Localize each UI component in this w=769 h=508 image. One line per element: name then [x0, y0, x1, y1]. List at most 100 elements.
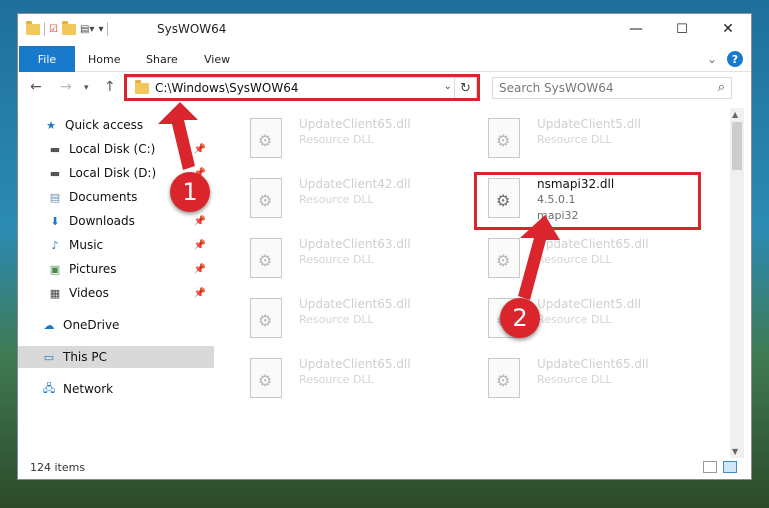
- download-icon: ⬇: [50, 214, 60, 228]
- pin-icon: 📌: [193, 263, 206, 275]
- network-icon: 🖧: [42, 381, 56, 395]
- pin-icon: 📌: [193, 287, 206, 299]
- expand-ribbon-icon[interactable]: ⌄: [707, 52, 717, 66]
- window-title: SysWOW64: [157, 22, 227, 36]
- nav-item-label: Videos: [69, 286, 109, 300]
- pin-icon: 📌: [193, 239, 206, 251]
- back-arrow-icon[interactable]: ←: [30, 79, 42, 95]
- tab-file[interactable]: File: [19, 46, 75, 72]
- pin-icon: 📌: [193, 215, 206, 227]
- file-item[interactable]: UpdateClient65.dll Resource DLL: [474, 354, 704, 404]
- file-item[interactable]: UpdateClient42.dll Resource DLL: [236, 174, 466, 224]
- dll-file-icon: [488, 118, 520, 158]
- file-name: UpdateClient63.dll: [299, 237, 411, 251]
- tab-view[interactable]: View: [204, 46, 230, 72]
- file-description: Resource DLL: [299, 373, 374, 386]
- nav-item-label: OneDrive: [63, 318, 120, 332]
- nav-item-label: Pictures: [69, 262, 117, 276]
- nav-item-label: This PC: [63, 350, 107, 364]
- file-name: UpdateClient5.dll: [537, 117, 641, 131]
- file-name: UpdateClient5.dll: [537, 297, 641, 311]
- file-description: Resource DLL: [537, 373, 612, 386]
- file-name: UpdateClient42.dll: [299, 177, 411, 191]
- close-button[interactable]: ✕: [705, 14, 751, 44]
- large-icons-view-icon[interactable]: [723, 461, 737, 473]
- folder-icon: [26, 20, 40, 35]
- file-item[interactable]: UpdateClient65.dll Resource DLL: [236, 354, 466, 404]
- nav-item-downloads[interactable]: ⬇ Downloads 📌: [18, 210, 214, 232]
- nav-item-label: Downloads: [69, 214, 135, 228]
- forward-arrow-icon[interactable]: →: [60, 79, 72, 95]
- status-bar: 124 items: [18, 457, 751, 479]
- file-description: Resource DLL: [299, 193, 374, 206]
- nav-item-music[interactable]: ♪ Music 📌: [18, 234, 214, 256]
- computer-icon: ▭: [43, 350, 55, 364]
- nav-item-label: Music: [69, 238, 104, 252]
- qat-dropdown-icon[interactable]: ▾: [98, 24, 103, 35]
- file-name: UpdateClient65.dll: [299, 117, 411, 131]
- help-icon[interactable]: ?: [727, 51, 743, 67]
- star-icon: ★: [46, 118, 56, 132]
- scroll-up-icon[interactable]: ▲: [732, 110, 738, 119]
- nav-item-this-pc[interactable]: ▭ This PC: [18, 346, 214, 368]
- nav-item-onedrive[interactable]: ☁ OneDrive: [18, 314, 214, 336]
- dll-file-icon: [488, 358, 520, 398]
- search-input[interactable]: Search SysWOW64: [499, 81, 613, 95]
- file-name: UpdateClient65.dll: [537, 237, 649, 251]
- file-item[interactable]: UpdateClient63.dll Resource DLL: [236, 234, 466, 284]
- file-name: UpdateClient65.dll: [537, 357, 649, 371]
- customize-icon[interactable]: ▤▾: [80, 24, 94, 35]
- up-arrow-icon[interactable]: ↑: [104, 79, 116, 95]
- cloud-icon: ☁: [43, 318, 55, 332]
- step2-badge: 2: [500, 298, 540, 338]
- item-count: 124 items: [30, 461, 86, 474]
- file-name: UpdateClient65.dll: [299, 297, 411, 311]
- file-item[interactable]: UpdateClient5.dll Resource DLL: [474, 114, 704, 164]
- file-description: Resource DLL: [299, 313, 374, 326]
- nav-item-pictures[interactable]: ▣ Pictures 📌: [18, 258, 214, 280]
- scroll-down-icon[interactable]: ▼: [732, 447, 738, 456]
- drive-icon: ▬: [49, 166, 61, 180]
- nav-item-label: Quick access: [65, 118, 144, 132]
- explorer-window: ☑ ▤▾ ▾ SysWOW64 — ☐ ✕ File Home Share Vi…: [17, 13, 752, 480]
- file-item[interactable]: UpdateClient65.dll Resource DLL: [236, 294, 466, 344]
- file-list: UpdateClient65.dll Resource DLL UpdateCl…: [222, 108, 726, 468]
- new-folder-icon[interactable]: [61, 20, 76, 35]
- properties-icon[interactable]: ☑: [49, 24, 58, 35]
- file-item[interactable]: UpdateClient65.dll Resource DLL: [474, 234, 704, 284]
- tab-share[interactable]: Share: [146, 46, 178, 72]
- dll-file-icon: [250, 118, 282, 158]
- tab-home[interactable]: Home: [88, 46, 120, 72]
- scrollbar-thumb[interactable]: [732, 122, 742, 170]
- nav-item-videos[interactable]: ▦ Videos 📌: [18, 282, 214, 304]
- dll-file-icon: [488, 238, 520, 278]
- drive-icon: ▬: [49, 142, 61, 156]
- music-icon: ♪: [51, 238, 59, 252]
- navigation-pane: ★ Quick access ▬ Local Disk (C:) 📌 ▬ Loc…: [18, 108, 214, 453]
- recent-locations-icon[interactable]: ▾: [84, 83, 89, 93]
- title-bar: ☑ ▤▾ ▾ SysWOW64 — ☐ ✕: [18, 14, 751, 46]
- maximize-button[interactable]: ☐: [659, 14, 705, 44]
- nav-item-label: Local Disk (D:): [69, 166, 157, 180]
- search-box[interactable]: Search SysWOW64 ⌕: [492, 77, 732, 99]
- details-view-icon[interactable]: [703, 461, 717, 473]
- nav-item-label: Network: [63, 382, 114, 396]
- dll-file-icon: [250, 238, 282, 278]
- search-icon[interactable]: ⌕: [718, 80, 725, 95]
- nav-item-network[interactable]: 🖧 Network: [18, 378, 214, 400]
- ribbon-tabs: File Home Share View ⌄ ?: [18, 46, 751, 72]
- file-description: Resource DLL: [537, 133, 612, 146]
- dll-file-icon: [250, 298, 282, 338]
- file-description: Resource DLL: [299, 253, 374, 266]
- toolbar-separator: [107, 22, 109, 36]
- minimize-button[interactable]: —: [613, 14, 659, 44]
- quick-access-toolbar: ☑ ▤▾ ▾: [26, 20, 109, 36]
- file-item[interactable]: UpdateClient65.dll Resource DLL: [236, 114, 466, 164]
- pictures-icon: ▣: [49, 262, 61, 276]
- nav-item-local-disk-c[interactable]: ▬ Local Disk (C:) 📌: [18, 138, 214, 160]
- file-name: UpdateClient65.dll: [299, 357, 411, 371]
- file-description: Resource DLL: [537, 253, 612, 266]
- vertical-scrollbar[interactable]: ▲ ▼: [730, 108, 744, 458]
- documents-icon: ▤: [49, 190, 61, 204]
- nav-item-quick-access[interactable]: ★ Quick access: [18, 114, 214, 136]
